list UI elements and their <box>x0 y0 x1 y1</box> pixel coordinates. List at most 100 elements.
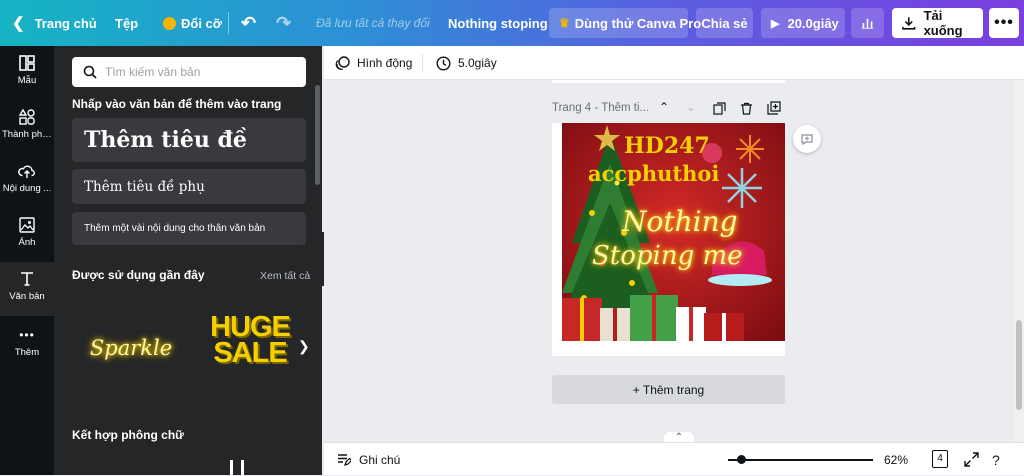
panel-scrollbar[interactable] <box>315 85 320 185</box>
more-icon: ••• <box>19 328 35 342</box>
bottom-bar: Ghi chú 62% 4 ? <box>324 442 1024 475</box>
zoom-level[interactable]: 62% <box>884 443 908 476</box>
home-label: Trang chủ <box>34 15 97 31</box>
duration-button[interactable]: 5.0giây <box>436 46 497 80</box>
page-title[interactable]: Trang 4 - Thêm ti... <box>552 102 649 114</box>
bar-chart-icon <box>861 18 874 29</box>
present-duration: 20.0giây <box>787 15 839 31</box>
photo-icon <box>19 217 35 233</box>
design-line-1[interactable]: HD247 <box>624 133 710 159</box>
comment-plus-icon <box>801 134 813 146</box>
editor-toolbar: Hình động 5.0giây <box>324 46 1024 80</box>
canvas-area: Trang 4 - Thêm ti... ⌃ ⌄ HD247 accphutho… <box>324 80 1014 442</box>
chevron-left-icon: ❮ <box>12 15 25 32</box>
text-panel: Tìm kiếm văn bản Nhấp vào văn bản để thê… <box>54 46 322 475</box>
add-heading-button[interactable]: Thêm tiêu đề <box>72 118 306 162</box>
notes-button[interactable]: Ghi chú <box>336 443 400 476</box>
add-page-icon[interactable] <box>767 101 781 115</box>
rail-label: Thêm <box>14 347 40 358</box>
add-subheading-button[interactable]: Thêm tiêu đề phụ <box>72 169 306 204</box>
page-4[interactable]: HD247 accphuthoi Nothing Stoping me <box>552 123 785 356</box>
download-label: Tải xuống <box>923 8 963 38</box>
rail-label: Thành phần <box>2 129 53 140</box>
text-icon <box>21 272 33 286</box>
chevron-right-icon[interactable]: ❯ <box>298 338 310 355</box>
crown-icon: ♛ <box>559 16 570 30</box>
design-script-1[interactable]: Nothing <box>622 205 738 238</box>
try-pro-button[interactable]: ♛ Dùng thử Canva Pro <box>549 8 701 38</box>
delete-page-icon[interactable] <box>740 102 753 115</box>
divider <box>422 54 423 72</box>
rail-item-uploads[interactable]: Nội dung ... <box>0 154 54 208</box>
animate-button[interactable]: Hình động <box>335 46 412 80</box>
comment-button[interactable] <box>793 125 821 153</box>
animate-label: Hình động <box>357 56 413 70</box>
chevron-up-icon[interactable]: ⌃ <box>664 432 694 442</box>
search-field[interactable]: Tìm kiếm văn bản <box>72 57 306 87</box>
rail-item-text[interactable]: Văn bản <box>0 262 54 316</box>
font-combo-title: Kết hợp phông chữ <box>72 428 184 442</box>
share-button[interactable]: Chia sẻ <box>696 8 753 38</box>
side-rail: Mẫu Thành phần Nội dung ... Ảnh Văn bản … <box>0 46 54 475</box>
rail-label: Ảnh <box>18 237 36 248</box>
page-count-button[interactable]: 4 <box>932 450 948 468</box>
christmas-design[interactable]: HD247 accphuthoi Nothing Stoping me <box>562 123 785 341</box>
page-count: 4 <box>937 453 943 464</box>
rail-item-elements[interactable]: Thành phần <box>0 100 54 154</box>
search-placeholder: Tìm kiếm văn bản <box>105 65 201 79</box>
elements-icon <box>18 108 35 125</box>
canvas-scrollbar[interactable] <box>1014 80 1024 442</box>
duplicate-page-icon[interactable] <box>713 102 726 115</box>
add-page-button[interactable]: + Thêm trang <box>552 375 785 404</box>
clock-icon <box>436 55 451 71</box>
rail-item-templates[interactable]: Mẫu <box>0 46 54 100</box>
divider <box>228 12 229 34</box>
top-bar: ❮ Trang chủ Tệp Đổi cỡ ↶ ↷ Đã lưu tất cả… <box>0 0 1024 46</box>
design-script-2[interactable]: Stoping me <box>592 241 743 271</box>
try-pro-label: Dùng thử Canva Pro <box>574 15 702 31</box>
add-body-text-button[interactable]: Thêm một vài nội dung cho thân văn bản <box>72 212 306 245</box>
notes-label: Ghi chú <box>359 452 401 467</box>
undo-icon[interactable]: ↶ <box>241 0 256 46</box>
template-icon <box>19 55 35 71</box>
insights-button[interactable] <box>851 8 884 38</box>
duration-label: 5.0giây <box>458 56 497 70</box>
chevron-up-icon[interactable]: ⌃ <box>659 100 669 114</box>
fullscreen-icon[interactable] <box>964 452 979 467</box>
present-button[interactable]: ▶ 20.0giây <box>761 8 845 38</box>
search-icon <box>83 65 97 79</box>
canvas-scrollbar-thumb[interactable] <box>1016 320 1022 410</box>
download-icon <box>902 17 916 30</box>
chevron-down-icon[interactable]: ⌄ <box>686 100 696 114</box>
redo-icon[interactable]: ↷ <box>276 0 291 46</box>
file-menu[interactable]: Tệp <box>115 0 138 46</box>
zoom-slider-handle[interactable] <box>737 455 746 464</box>
recent-item-sparkle[interactable]: Sparkle <box>76 308 186 388</box>
save-status: Đã lưu tất cả thay đổi <box>316 16 430 30</box>
resize-label: Đổi cỡ <box>181 15 223 31</box>
previous-page[interactable] <box>552 80 785 83</box>
rail-item-more[interactable]: ••• Thêm <box>0 318 54 372</box>
recent-item-huge-sale[interactable]: HUGE SALE <box>200 313 300 386</box>
see-all-link[interactable]: Xem tất cả <box>260 270 310 282</box>
sale-text: SALE <box>213 337 287 369</box>
rail-item-photos[interactable]: Ảnh <box>0 208 54 262</box>
design-title[interactable]: Nothing stoping <box>448 0 548 46</box>
rail-label: Văn bản <box>9 291 45 302</box>
recent-section-title: Được sử dụng gần đây <box>72 268 205 282</box>
more-icon: ••• <box>994 14 1014 31</box>
resize-button[interactable]: Đổi cỡ <box>163 0 222 46</box>
notes-icon <box>338 454 351 466</box>
animate-icon <box>335 55 350 70</box>
panel-hint: Nhấp vào văn bản để thêm vào trang <box>72 97 282 111</box>
zoom-slider[interactable] <box>728 443 873 476</box>
upload-cloud-icon <box>18 165 35 178</box>
rail-label: Mẫu <box>17 75 37 86</box>
home-button[interactable]: ❮ Trang chủ <box>12 0 97 46</box>
more-options-button[interactable]: ••• <box>989 8 1019 38</box>
download-button[interactable]: Tải xuống <box>892 8 983 38</box>
sparkle-text: Sparkle <box>89 336 173 360</box>
font-combo-preview[interactable] <box>230 460 244 475</box>
help-icon[interactable]: ? <box>992 443 1000 476</box>
design-line-2[interactable]: accphuthoi <box>588 161 719 186</box>
